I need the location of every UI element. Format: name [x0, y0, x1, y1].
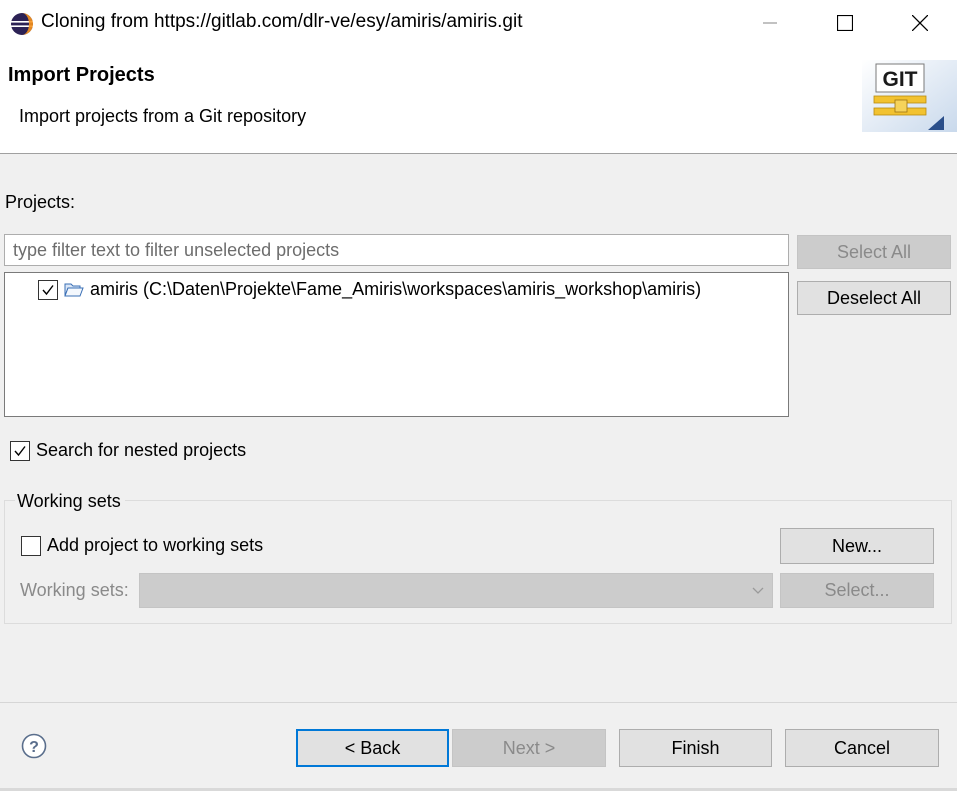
working-sets-group: Working sets Add project to working sets… [4, 491, 952, 624]
close-button[interactable] [882, 0, 957, 46]
help-icon[interactable]: ? [21, 733, 47, 759]
project-filter-input[interactable] [4, 234, 789, 266]
checkmark-icon [14, 445, 26, 456]
maximize-button[interactable] [807, 0, 882, 46]
title-bar: Cloning from https://gitlab.com/dlr-ve/e… [0, 0, 957, 46]
add-to-working-sets-checkbox[interactable] [21, 535, 41, 556]
working-sets-title: Working sets [15, 491, 125, 512]
nested-projects-checkbox[interactable] [10, 440, 30, 461]
checkmark-icon [42, 284, 54, 295]
list-item[interactable]: amiris (C:\Daten\Projekte\Fame_Amiris\wo… [38, 279, 701, 300]
new-working-set-button[interactable]: New... [780, 528, 934, 564]
deselect-all-button[interactable]: Deselect All [797, 281, 951, 315]
project-name: amiris (C:\Daten\Projekte\Fame_Amiris\wo… [90, 279, 702, 299]
project-checkbox[interactable] [38, 279, 58, 300]
git-icon: GIT [862, 60, 957, 132]
svg-text:GIT: GIT [883, 68, 918, 91]
minimize-icon [762, 22, 777, 24]
select-all-button[interactable]: Select All [797, 235, 951, 269]
back-button[interactable]: < Back [296, 729, 449, 767]
page-description: Import projects from a Git repository [19, 106, 307, 126]
footer-separator [0, 702, 957, 703]
next-button[interactable]: Next > [452, 729, 606, 767]
minimize-button[interactable] [732, 0, 807, 46]
window-title: Cloning from https://gitlab.com/dlr-ve/e… [41, 11, 523, 32]
wizard-header: Import Projects Import projects from a G… [0, 46, 957, 154]
select-working-sets-button[interactable]: Select... [780, 573, 934, 608]
svg-text:?: ? [29, 739, 39, 756]
add-to-working-sets-label: Add project to working sets [47, 535, 264, 555]
page-title: Import Projects [8, 64, 155, 86]
close-icon [911, 15, 928, 31]
nested-projects-option[interactable]: Search for nested projects [10, 440, 246, 461]
project-list[interactable]: amiris (C:\Daten\Projekte\Fame_Amiris\wo… [4, 272, 789, 417]
finish-button[interactable]: Finish [619, 729, 772, 767]
working-sets-combo[interactable] [139, 573, 773, 608]
nested-projects-label: Search for nested projects [36, 440, 247, 460]
projects-label: Projects: [5, 192, 76, 212]
eclipse-app-icon [11, 13, 33, 35]
folder-open-icon [64, 283, 84, 296]
maximize-icon [836, 15, 853, 31]
working-sets-label: Working sets: [20, 580, 129, 600]
chevron-down-icon [752, 587, 764, 594]
cancel-button[interactable]: Cancel [785, 729, 939, 767]
add-to-working-sets-option[interactable]: Add project to working sets [21, 535, 263, 556]
